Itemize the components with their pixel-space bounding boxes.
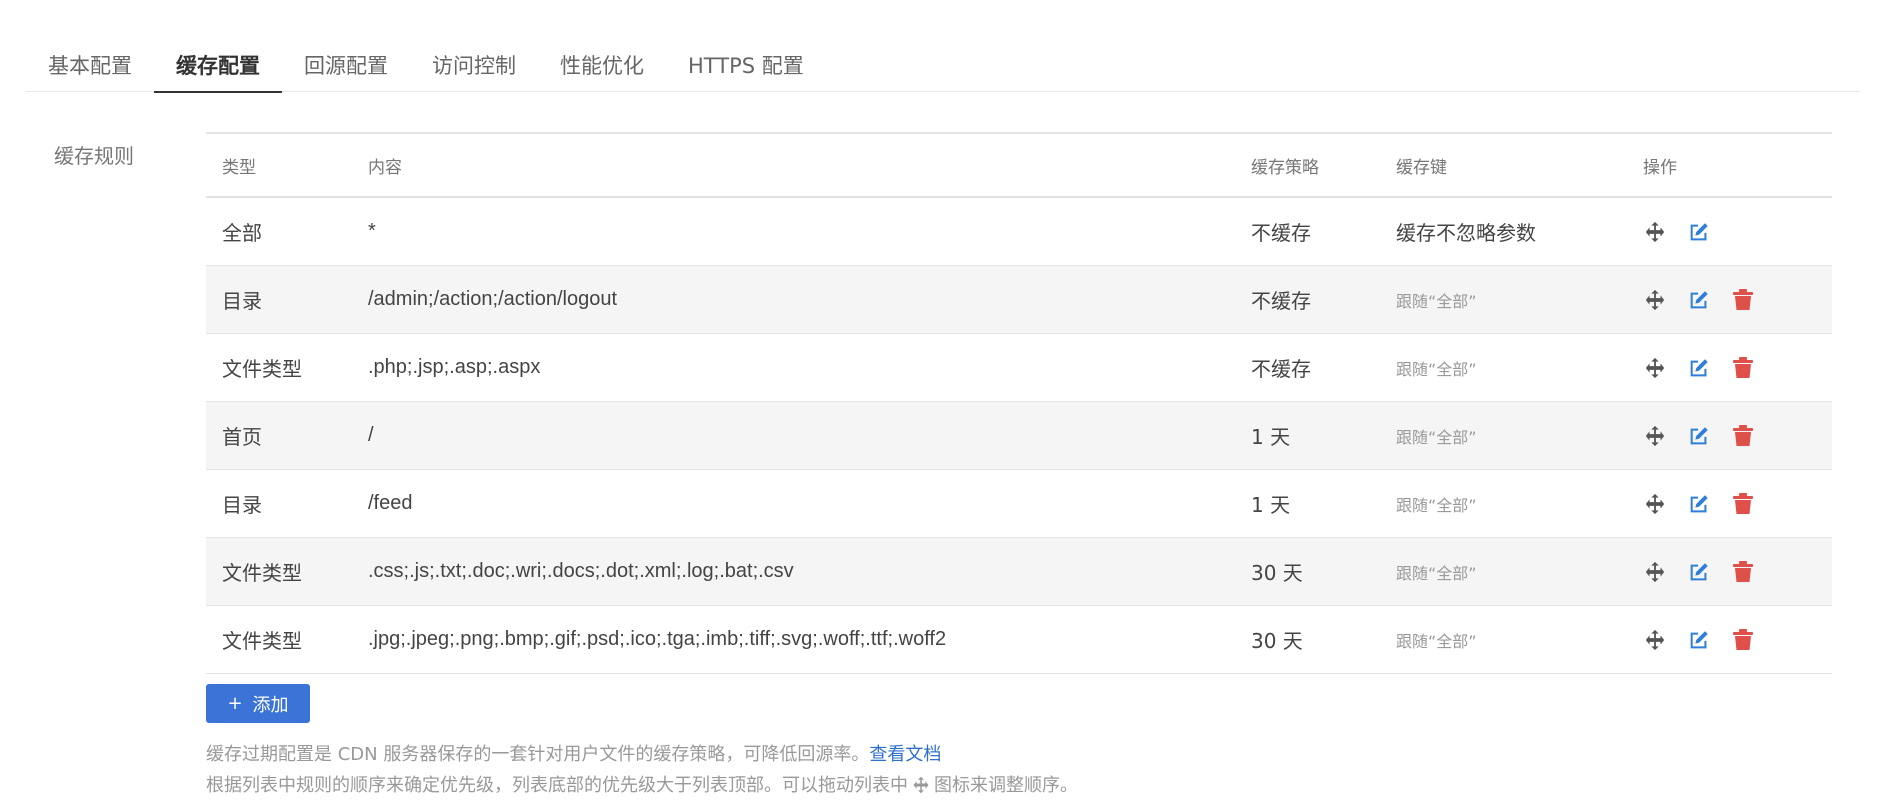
table-header: 类型 内容 缓存策略 缓存键 操作	[206, 134, 1832, 198]
cell-type: 文件类型	[222, 561, 302, 585]
tab-5[interactable]: HTTPS 配置	[666, 38, 826, 92]
note-line-2: 根据列表中规则的顺序来确定优先级，列表底部的优先级大于列表顶部。可以拖动列表中 图…	[206, 771, 1078, 799]
note-line-2-before: 根据列表中规则的顺序来确定优先级，列表底部的优先级大于列表顶部。可以拖动列表中	[206, 775, 908, 796]
cell-policy: 30 天	[1251, 629, 1303, 653]
table-row: 首页 / 1 天 跟随“全部”	[206, 402, 1832, 470]
tab-0[interactable]: 基本配置	[26, 38, 154, 92]
cell-ops	[1643, 356, 1832, 380]
edit-icon[interactable]	[1687, 220, 1711, 244]
cell-policy: 不缓存	[1251, 357, 1311, 381]
cell-policy: 不缓存	[1251, 221, 1311, 245]
table-row: 目录/feed 1 天 跟随“全部”	[206, 470, 1832, 538]
cell-content: *	[368, 220, 376, 242]
config-tabs: 基本配置 缓存配置 回源配置 访问控制 性能优化 HTTPS 配置	[26, 38, 1860, 93]
cell-key: 跟随“全部”	[1396, 563, 1477, 583]
move-icon[interactable]	[1643, 560, 1667, 584]
move-icon[interactable]	[1643, 356, 1667, 380]
tab-3[interactable]: 访问控制	[410, 38, 538, 92]
add-rule-button[interactable]: + 添加	[206, 684, 310, 723]
move-icon	[912, 776, 930, 799]
header-content: 内容	[368, 157, 402, 178]
view-docs-link[interactable]: 查看文档	[869, 744, 941, 765]
edit-icon[interactable]	[1687, 356, 1711, 380]
cell-policy: 1 天	[1251, 493, 1291, 517]
cell-key: 跟随“全部”	[1396, 495, 1477, 515]
header-key: 缓存键	[1396, 157, 1447, 178]
cell-ops	[1643, 492, 1832, 516]
move-icon[interactable]	[1643, 220, 1667, 244]
table-row: 文件类型 .jpg;.jpeg;.png;.bmp;.gif;.psd;.ico;…	[206, 606, 1832, 674]
edit-icon[interactable]	[1687, 288, 1711, 312]
cell-content: /feed	[368, 492, 413, 514]
cell-ops	[1643, 628, 1832, 652]
top-cut-off-header	[26, 0, 406, 4]
cell-key: 跟随“全部”	[1396, 291, 1477, 311]
tab-4[interactable]: 性能优化	[538, 38, 666, 92]
table-row: 文件类型 .php;.jsp;.asp;.aspx 不缓存 跟随“全部”	[206, 334, 1832, 402]
trash-icon[interactable]	[1731, 356, 1755, 380]
trash-icon[interactable]	[1731, 424, 1755, 448]
cell-key: 跟随“全部”	[1396, 631, 1477, 651]
header-policy: 缓存策略	[1251, 157, 1319, 178]
add-rule-label: 添加	[252, 694, 289, 716]
cell-policy: 不缓存	[1251, 289, 1311, 313]
cell-content: /admin;/action;/action/logout	[368, 288, 618, 310]
header-type: 类型	[222, 157, 256, 178]
cell-type: 文件类型	[222, 629, 302, 653]
note-line-1-text: 缓存过期配置是 CDN 服务器保存的一套针对用户文件的缓存策略，可降低回源率。	[206, 744, 870, 765]
table-row: 目录/admin;/action;/action/logout 不缓存 跟随“全部”	[206, 266, 1832, 334]
plus-icon: +	[227, 693, 243, 714]
trash-icon[interactable]	[1731, 288, 1755, 312]
cell-ops	[1643, 560, 1832, 584]
cell-key: 缓存不忽略参数	[1396, 221, 1536, 245]
trash-icon[interactable]	[1731, 492, 1755, 516]
cell-type: 文件类型	[222, 357, 302, 381]
move-icon[interactable]	[1643, 288, 1667, 312]
move-icon[interactable]	[1643, 628, 1667, 652]
cell-content: .php;.jsp;.asp;.aspx	[368, 356, 541, 378]
edit-icon[interactable]	[1687, 492, 1711, 516]
cell-content: .css;.js;.txt;.doc;.wri;.docs;.dot;.xml;…	[368, 560, 794, 582]
cell-key: 跟随“全部”	[1396, 427, 1477, 447]
cell-key: 跟随“全部”	[1396, 359, 1477, 379]
move-icon[interactable]	[1643, 424, 1667, 448]
cell-type: 目录	[222, 493, 262, 517]
cell-ops	[1643, 288, 1832, 312]
cell-policy: 1 天	[1251, 425, 1291, 449]
tab-1[interactable]: 缓存配置	[154, 38, 282, 93]
section-label-cache-rules: 缓存规则	[54, 144, 134, 168]
trash-icon[interactable]	[1731, 628, 1755, 652]
tab-2[interactable]: 回源配置	[282, 38, 410, 92]
edit-icon[interactable]	[1687, 424, 1711, 448]
table-row: 文件类型 .css;.js;.txt;.doc;.wri;.docs;.dot;.…	[206, 538, 1832, 606]
note-line-2-after: 图标来调整顺序。	[934, 775, 1078, 796]
edit-icon[interactable]	[1687, 628, 1711, 652]
cell-content: .jpg;.jpeg;.png;.bmp;.gif;.psd;.ico;.tga…	[368, 628, 947, 650]
cell-type: 全部	[222, 221, 262, 245]
table-row: 全部 * 不缓存 缓存不忽略参数	[206, 198, 1832, 266]
cache-rules-table: 类型 内容 缓存策略 缓存键 操作 全部 * 不缓存 缓存不忽略参数目录/admin;…	[206, 132, 1832, 674]
trash-icon[interactable]	[1731, 560, 1755, 584]
cell-policy: 30 天	[1251, 561, 1303, 585]
header-ops: 操作	[1643, 157, 1677, 178]
cell-ops	[1643, 424, 1832, 448]
cell-ops	[1643, 220, 1832, 244]
cell-type: 目录	[222, 289, 262, 313]
edit-icon[interactable]	[1687, 560, 1711, 584]
note-line-1: 缓存过期配置是 CDN 服务器保存的一套针对用户文件的缓存策略，可降低回源率。查…	[206, 740, 941, 766]
move-icon[interactable]	[1643, 492, 1667, 516]
cell-content: /	[368, 424, 374, 446]
cell-type: 首页	[222, 425, 262, 449]
